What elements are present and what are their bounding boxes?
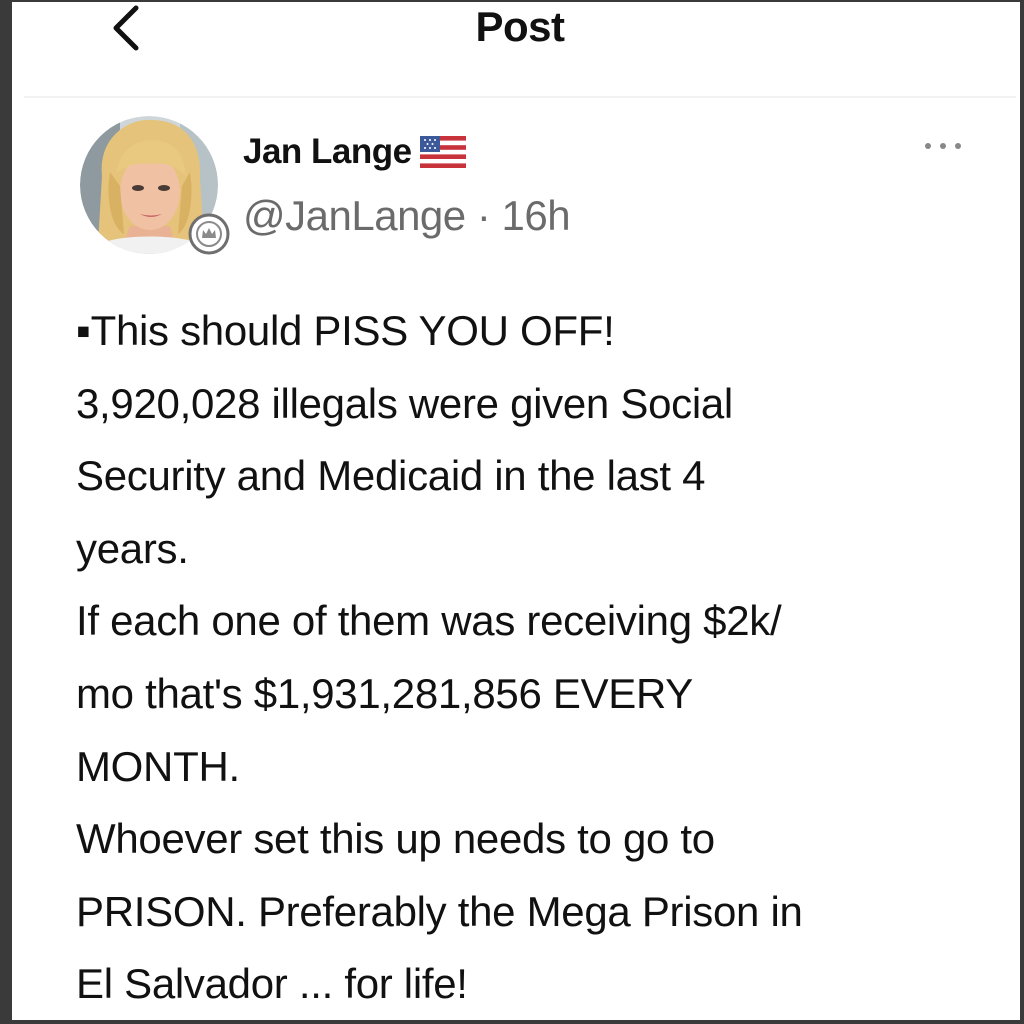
post-line: If each one of them was receiving $2k/	[76, 597, 782, 645]
verified-badge-icon	[188, 213, 230, 255]
us-flag-icon	[419, 136, 466, 168]
post-line: Security and Medicaid in the last 4	[76, 452, 706, 500]
post-line: mo that's $1,931,281,856 EVERY	[76, 669, 694, 717]
verified-badge	[187, 212, 231, 256]
display-name-row: Jan Lange	[243, 132, 466, 172]
more-options-button[interactable]	[922, 136, 964, 156]
post-line: PRISON. Preferably the Mega Prison in	[76, 887, 803, 935]
display-name[interactable]: Jan Lange	[243, 132, 412, 172]
post-line: 3,920,028 illegals were given Social	[76, 379, 733, 427]
post-line: Whoever set this up needs to go to	[76, 815, 715, 863]
post-header: Jan Lange @JanLange · 16h	[24, 112, 1016, 262]
user-handle[interactable]: @JanLange	[243, 192, 466, 239]
top-bar: Post	[24, 4, 1016, 98]
ellipsis-icon	[925, 143, 961, 149]
app-frame: Post Jan Lange @JanLange · 16h ▪This sho…	[0, 0, 1024, 1024]
post-body: ▪This should PISS YOU OFF! 3,920,028 ill…	[76, 295, 996, 1021]
post-line: years.	[76, 524, 189, 572]
post-time[interactable]: 16h	[501, 192, 570, 239]
post-line: ▪This should PISS YOU OFF!	[76, 307, 615, 354]
handle-separator: ·	[465, 192, 502, 239]
page-title: Post	[475, 3, 565, 50]
post-line: MONTH.	[76, 742, 240, 790]
post-line: El Salvador ... for life!	[76, 960, 468, 1008]
handle-row: @JanLange · 16h	[243, 192, 571, 240]
